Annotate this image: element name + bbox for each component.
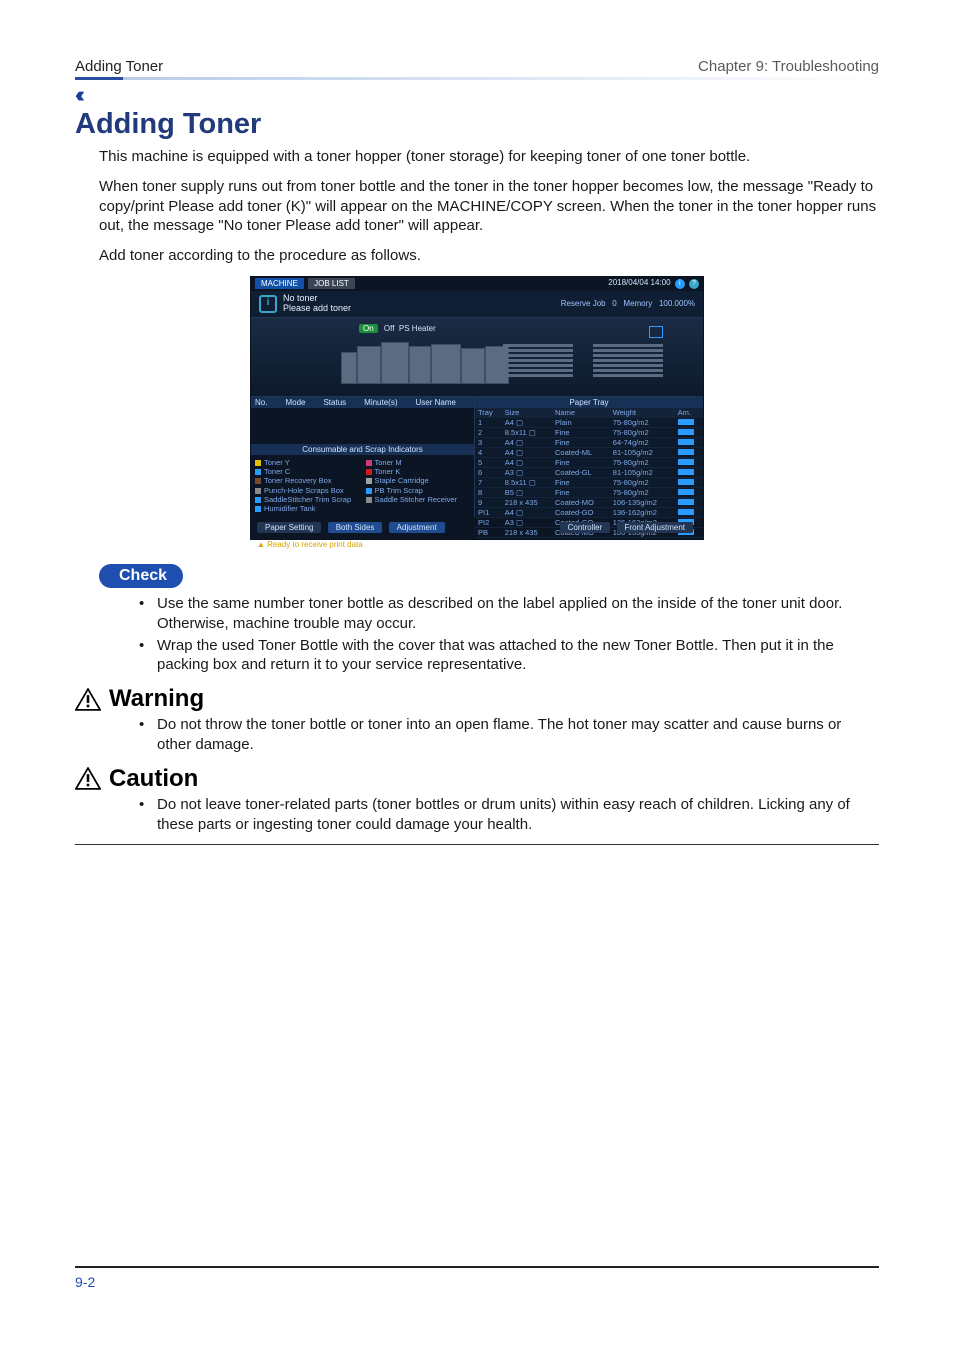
panel-btn-adjustment: Adjustment — [389, 522, 445, 533]
panel-btn-controller: Controller — [560, 522, 611, 533]
heater-on: On — [359, 324, 378, 333]
consumable-item: Saddle Stitcher Receiver — [366, 495, 471, 504]
help-icon: ? — [689, 279, 699, 289]
decor-bracket-icon: ‹‹‹ — [75, 82, 79, 108]
panel-tab-machine: MACHINE — [255, 278, 304, 289]
section-end-rule — [75, 844, 879, 845]
consumable-dot-icon — [255, 488, 261, 494]
list-item: Do not leave toner-related parts (toner … — [139, 795, 879, 835]
panel-memory-value: 100.000% — [659, 299, 695, 308]
consumable-item: Humidifier Tank — [255, 504, 360, 513]
paper-tray-row: 9218 x 435Coated-MO106-135g/m2 — [475, 497, 703, 507]
panel-datetime: 2018/04/04 14:00 — [608, 278, 670, 287]
caution-list: Do not leave toner-related parts (toner … — [139, 795, 879, 835]
consumable-item: Toner K — [366, 467, 471, 476]
paper-stack-icon — [593, 344, 663, 390]
consumable-dot-icon — [255, 460, 261, 466]
warning-list: Do not throw the toner bottle or toner i… — [139, 715, 879, 755]
list-item: Wrap the used Toner Bottle with the cove… — [139, 636, 879, 676]
list-item: Do not throw the toner bottle or toner i… — [139, 715, 879, 755]
info-icon: i — [675, 279, 685, 289]
panel-btn-paper: Paper Setting — [257, 522, 321, 533]
job-section-header: No. Mode Status Minute(s) User Name — [251, 397, 474, 408]
paper-tray-row: 4A4 ▢Coated-ML81-105g/m2 — [475, 447, 703, 457]
paper-tray-row: 5A4 ▢Fine75-80g/m2 — [475, 457, 703, 467]
caution-icon — [75, 767, 101, 790]
panel-msg-line2: Please add toner — [283, 304, 351, 314]
consumable-dot-icon — [255, 506, 261, 512]
intro-paragraph-1: This machine is equipped with a toner ho… — [99, 147, 879, 167]
panel-footer-note: ▲ Ready to receive print data — [251, 539, 703, 550]
machine-illustration — [341, 338, 511, 388]
consumable-dot-icon — [366, 478, 372, 484]
paper-tray-header: Paper Tray — [475, 397, 703, 408]
panel-memory-label: Memory — [623, 299, 652, 308]
check-badge: Check — [99, 564, 183, 588]
tray-icon — [649, 326, 663, 338]
consumable-item: Toner C — [255, 467, 360, 476]
heater-off: Off — [384, 324, 395, 333]
consumable-item: Toner M — [366, 458, 471, 467]
page-number: 9-2 — [75, 1274, 879, 1290]
panel-tab-joblist: JOB LIST — [308, 278, 355, 289]
consumable-dot-icon — [255, 478, 261, 484]
footer-rule — [75, 1266, 879, 1268]
panel-reserve-value: 0 — [612, 299, 616, 308]
paper-tray-row: PI1A4 ▢Coated-GO136-162g/m2 — [475, 507, 703, 517]
machine-panel-screenshot: MACHINE JOB LIST 2018/04/04 14:00 i ? i … — [250, 276, 704, 540]
check-list: Use the same number toner bottle as desc… — [139, 594, 879, 675]
paper-tray-row: 28.5x11 ▢Fine75-80g/m2 — [475, 427, 703, 437]
header-right: Chapter 9: Troubleshooting — [698, 58, 879, 75]
paper-stack-icon — [503, 344, 573, 390]
consumable-item: PB Trim Scrap — [366, 486, 471, 495]
consumable-item: Toner Recovery Box — [255, 476, 360, 485]
page-title: Adding Toner — [75, 108, 879, 141]
consumable-dot-icon — [366, 460, 372, 466]
heater-label: PS Heater — [399, 324, 436, 333]
paper-tray-table: Tray Size Name Weight Am. 1A4 ▢Plain75-8… — [475, 408, 703, 538]
consumable-item: SaddleStitcher Trim Scrap — [255, 495, 360, 504]
list-item: Use the same number toner bottle as desc… — [139, 594, 879, 634]
paper-tray-row: 1A4 ▢Plain75-80g/m2 — [475, 417, 703, 427]
consumable-item: Punch-Hole Scraps Box — [255, 486, 360, 495]
header-left: Adding Toner — [75, 58, 163, 75]
consumable-item: Staple Cartridge — [366, 476, 471, 485]
paper-tray-row: 78.5x11 ▢Fine75-80g/m2 — [475, 477, 703, 487]
consumable-item: Toner Y — [255, 458, 360, 467]
caution-title: Caution — [109, 765, 198, 793]
alert-icon: i — [259, 295, 277, 313]
panel-btn-bothsides: Both Sides — [328, 522, 383, 533]
consumable-dot-icon — [366, 469, 372, 475]
consumables-header: Consumable and Scrap Indicators — [251, 444, 474, 455]
panel-btn-front-adj: Front Adjustment — [617, 522, 693, 533]
intro-paragraph-3: Add toner according to the procedure as … — [99, 246, 879, 266]
panel-reserve-label: Reserve Job — [561, 299, 606, 308]
intro-paragraph-2: When toner supply runs out from toner bo… — [99, 177, 879, 236]
consumables-grid: Toner Y Toner M Toner C Toner K Toner Recove… — [251, 455, 474, 517]
consumable-dot-icon — [366, 497, 372, 503]
consumable-dot-icon — [255, 497, 261, 503]
paper-tray-row: 6A3 ▢Coated-GL81-105g/m2 — [475, 467, 703, 477]
paper-tray-row: 8B5 ▢Fine75-80g/m2 — [475, 487, 703, 497]
header-rule — [75, 77, 879, 80]
warning-icon — [75, 688, 101, 711]
consumable-dot-icon — [366, 488, 372, 494]
job-list-empty — [251, 408, 474, 444]
warning-title: Warning — [109, 685, 204, 713]
consumable-dot-icon — [255, 469, 261, 475]
paper-tray-row: 3A4 ▢Fine64-74g/m2 — [475, 437, 703, 447]
